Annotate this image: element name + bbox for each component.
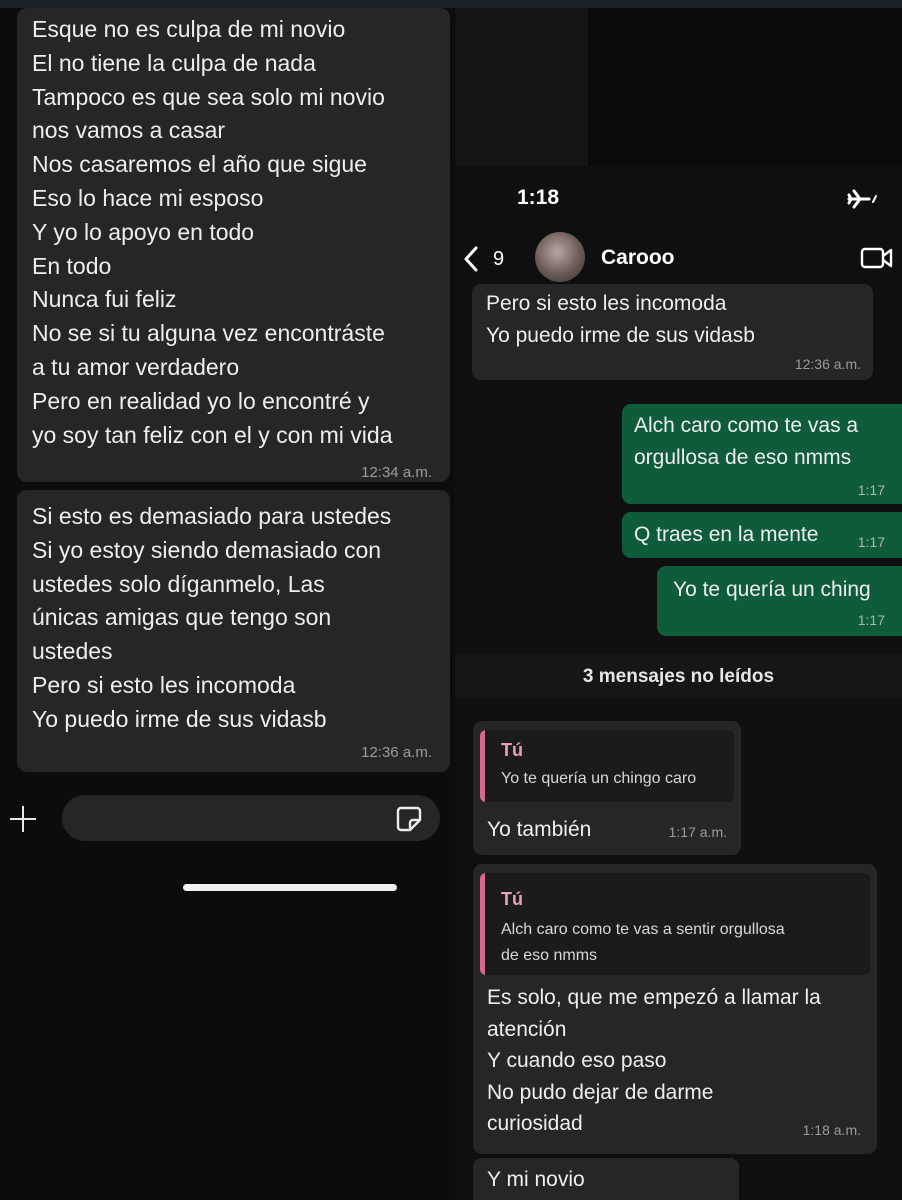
message-line: Yo puedo irme de sus vidasb bbox=[486, 323, 755, 347]
message-timestamp: 1:17 bbox=[857, 534, 885, 550]
quote-accent-bar bbox=[480, 873, 485, 975]
message-bubble-long: Esque no es culpa de mi novio El no tien… bbox=[17, 8, 450, 482]
message-line: Y cuando eso paso bbox=[487, 1049, 667, 1072]
message-line: Es solo, que me empezó a llamar la bbox=[487, 986, 821, 1009]
message-line: Si esto es demasiado para ustedes bbox=[32, 503, 392, 529]
message-bubble: Si esto es demasiado para ustedes Si yo … bbox=[17, 490, 450, 772]
message-line: Si yo estoy siendo demasiado con bbox=[32, 536, 382, 563]
message-text: Y mi novio bbox=[487, 1168, 585, 1191]
plus-icon[interactable] bbox=[10, 806, 36, 832]
quoted-message[interactable]: Tú Yo te quería un chingo caro bbox=[480, 730, 734, 802]
quote-text: Alch caro como te vas a sentir orgullosa bbox=[501, 921, 785, 938]
message-line: En todo bbox=[32, 252, 112, 279]
chat-header: 1:18 9 Carooo bbox=[455, 166, 902, 286]
message-input[interactable] bbox=[62, 795, 440, 841]
unread-divider: 3 mensajes no leídos bbox=[455, 654, 902, 698]
message-line: curiosidad bbox=[487, 1112, 583, 1135]
quote-text: de eso nmms bbox=[501, 947, 598, 964]
message-text: Yo también bbox=[487, 818, 592, 841]
message-timestamp: 1:17 bbox=[857, 612, 885, 628]
message-line: Yo puedo irme de sus vidasb bbox=[32, 705, 327, 732]
message-body: Es solo, que me empezó a llamar la atenc… bbox=[487, 982, 821, 1140]
message-line: a tu amor verdadero bbox=[32, 353, 240, 380]
message-line: ustedes bbox=[32, 638, 113, 665]
message-line: Tampoco es que sea solo mi novio bbox=[32, 83, 385, 110]
message-line: ustedes solo díganmelo, Las bbox=[32, 570, 325, 597]
quoted-message[interactable]: Tú Alch caro como te vas a sentir orgull… bbox=[480, 873, 870, 975]
incoming-reply-message: Tú Alch caro como te vas a sentir orgull… bbox=[473, 864, 877, 1154]
message-line: nos vamos a casar bbox=[32, 117, 226, 144]
message-line: Nos casaremos el año que sigue bbox=[32, 151, 367, 178]
outgoing-message: Alch caro como te vas a orgullosa de eso… bbox=[622, 404, 902, 504]
contact-name[interactable]: Carooo bbox=[601, 246, 675, 270]
message-line: orgullosa de eso nmms bbox=[634, 445, 852, 469]
incoming-message: Y mi novio bbox=[473, 1158, 739, 1200]
message-line: El no tiene la culpa de nada bbox=[32, 49, 316, 76]
message-line: No se si tu alguna vez encontráste bbox=[32, 320, 385, 347]
message-timestamp: 1:18 a.m. bbox=[802, 1122, 861, 1138]
message-line: Y yo lo apoyo en todo bbox=[32, 218, 255, 245]
message-line: atención bbox=[487, 1017, 567, 1041]
back-chevron-icon[interactable] bbox=[463, 246, 479, 272]
back-unread-count[interactable]: 9 bbox=[493, 248, 504, 271]
top-status-strip bbox=[0, 0, 902, 8]
message-line: Alch caro como te vas a bbox=[634, 414, 859, 437]
home-indicator bbox=[183, 884, 397, 891]
message-timestamp: 12:34 a.m. bbox=[361, 464, 432, 481]
video-call-icon[interactable] bbox=[860, 246, 894, 270]
message-line: únicas amigas que tengo son bbox=[32, 604, 332, 631]
incoming-message: Pero si esto les incomoda Yo puedo irme … bbox=[472, 284, 873, 380]
chat-wallpaper bbox=[455, 8, 588, 166]
airplane-icon bbox=[847, 188, 877, 210]
message-text: Yo te quería un ching bbox=[673, 578, 871, 601]
quote-text: Yo te quería un chingo caro bbox=[501, 770, 697, 787]
right-chat-screenshot: 1:18 9 Carooo Pero si esto les incomoda … bbox=[455, 166, 902, 1200]
unread-label: 3 mensajes no leídos bbox=[582, 666, 775, 687]
sticker-icon[interactable] bbox=[396, 806, 422, 832]
message-line: Pero si esto les incomoda bbox=[32, 671, 296, 698]
message-timestamp: 1:17 a.m. bbox=[668, 824, 727, 840]
message-line: Nunca fui feliz bbox=[32, 286, 177, 313]
message-line: No pudo dejar de darme bbox=[487, 1080, 714, 1104]
incoming-reply-message: Tú Yo te quería un chingo caro Yo tambié… bbox=[473, 721, 741, 855]
outgoing-message: Q traes en la mente 1:17 bbox=[622, 512, 902, 558]
quote-accent-bar bbox=[480, 730, 485, 802]
message-timestamp: 1:17 bbox=[857, 482, 885, 498]
message-line: Esque no es culpa de mi novio bbox=[32, 16, 346, 42]
message-line: Pero si esto les incomoda bbox=[486, 292, 727, 315]
avatar[interactable] bbox=[535, 232, 585, 282]
message-line: yo soy tan feliz con el y con mi vida bbox=[32, 421, 393, 448]
quote-author: Tú bbox=[501, 740, 523, 760]
message-timestamp: 12:36 a.m. bbox=[361, 744, 432, 761]
message-timestamp: 12:36 a.m. bbox=[794, 356, 861, 372]
status-time: 1:18 bbox=[517, 186, 560, 209]
message-line: Pero en realidad yo lo encontré y bbox=[32, 387, 370, 414]
quote-author: Tú bbox=[501, 889, 523, 909]
outgoing-message: Yo te quería un ching 1:17 bbox=[657, 566, 902, 636]
message-line: Eso lo hace mi esposo bbox=[32, 184, 264, 211]
